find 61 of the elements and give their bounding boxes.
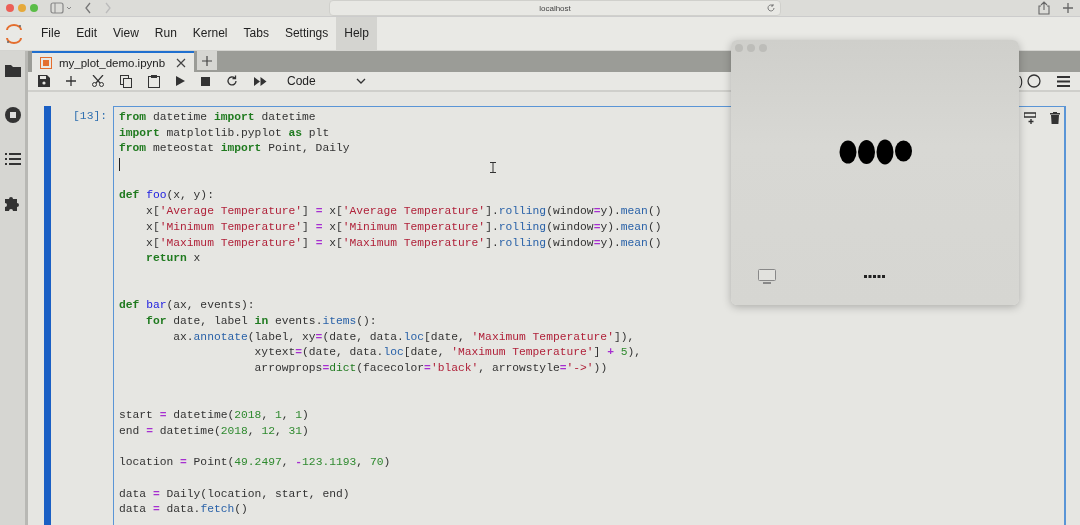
restart-icon[interactable] (226, 75, 238, 87)
address-field[interactable]: localhost (329, 0, 781, 16)
insert-below-icon[interactable] (1024, 112, 1036, 124)
dots-icon (864, 274, 886, 279)
puzzle-icon[interactable] (4, 195, 21, 211)
stop-icon[interactable] (201, 76, 210, 86)
code-line: return x (145, 251, 201, 267)
cut-icon[interactable] (92, 75, 104, 87)
code-line: from meteostat import Point, Daily (119, 141, 350, 157)
reload-icon[interactable] (766, 3, 776, 13)
cell-type-dropdown[interactable]: Code (283, 72, 370, 90)
kernel-status: ) (1019, 74, 1023, 88)
code-line: data = data.fetch() (119, 502, 248, 518)
share-icon[interactable] (1038, 1, 1050, 15)
code-line: x['Maximum Temperature'] = x['Maximum Temperature'].rolling(window=y).mean() (145, 235, 662, 251)
menu-item[interactable]: Kernel (184, 17, 236, 50)
notebook-icon (40, 56, 52, 69)
caret-icon (355, 78, 366, 84)
menu-item[interactable]: View (105, 17, 147, 50)
code-line: from datetime import datetime (119, 110, 316, 125)
code-line: x['Average Temperature'] = x['Average Temperature'].rolling(window=y).mean() (145, 204, 662, 220)
stop-circle-icon[interactable] (4, 107, 21, 123)
code-line: location = Point(49.2497, -123.1193, 70) (119, 455, 391, 471)
execution-count: [13]: (72, 109, 108, 124)
text-cursor-icon (490, 162, 496, 173)
menu-item[interactable]: Run (146, 17, 185, 50)
menu-item[interactable]: File (33, 17, 69, 50)
code-line: def foo(x, y): (119, 188, 214, 204)
add-icon[interactable] (66, 76, 76, 86)
code-line: import matplotlib.pyplot as plt (119, 125, 330, 141)
list-icon[interactable] (4, 153, 21, 165)
menu-item[interactable]: Edit (68, 17, 106, 50)
code-line: arrowprops=dict(facecolor='black', arrowstyle='->')) (253, 361, 608, 376)
code-line: data = Daily(location, start, end) (119, 486, 350, 502)
code-line: x['Minimum Temperature'] = x['Minimum Temperature'].rolling(window=y).mean() (145, 219, 662, 235)
new-tab-icon[interactable] (1062, 2, 1074, 14)
menu-item[interactable]: Settings (276, 17, 337, 50)
menu-icon[interactable] (1057, 75, 1070, 87)
save-icon[interactable] (38, 75, 50, 87)
trash-icon[interactable] (1050, 112, 1060, 124)
paste-icon[interactable] (148, 74, 160, 88)
menu-item[interactable]: Tabs (235, 17, 277, 50)
monitor-icon[interactable] (758, 269, 776, 284)
kernel-idle-icon (1027, 74, 1041, 88)
code-line: start = datetime(2018, 1, 1) (119, 408, 309, 424)
close-icon[interactable] (176, 57, 186, 68)
menu-item[interactable]: Help (336, 17, 377, 50)
code-line: for date, label in events.items(): (145, 313, 377, 329)
code-line: end = datetime(2018, 12, 31) (119, 423, 309, 439)
notebook-tab[interactable]: my_plot_demo.ipynb (32, 51, 194, 72)
fast-forward-icon[interactable] (254, 76, 267, 86)
plus-icon (202, 55, 212, 66)
run-icon[interactable] (176, 76, 185, 86)
folder-icon[interactable] (4, 63, 21, 77)
back-icon[interactable] (84, 2, 92, 14)
code-line: xytext=(date, data.loc[date, 'Maximum Temperature'] + 5), (253, 345, 642, 361)
copy-icon[interactable] (120, 74, 132, 88)
code-line: def bar(ax, events): (119, 298, 255, 314)
add-tab-button[interactable] (197, 51, 217, 70)
code-line: ax.annotate(label, xy=(date, data.loc[date, 'Maximum Temperature']), (172, 329, 635, 345)
logo-icon (5, 23, 23, 44)
